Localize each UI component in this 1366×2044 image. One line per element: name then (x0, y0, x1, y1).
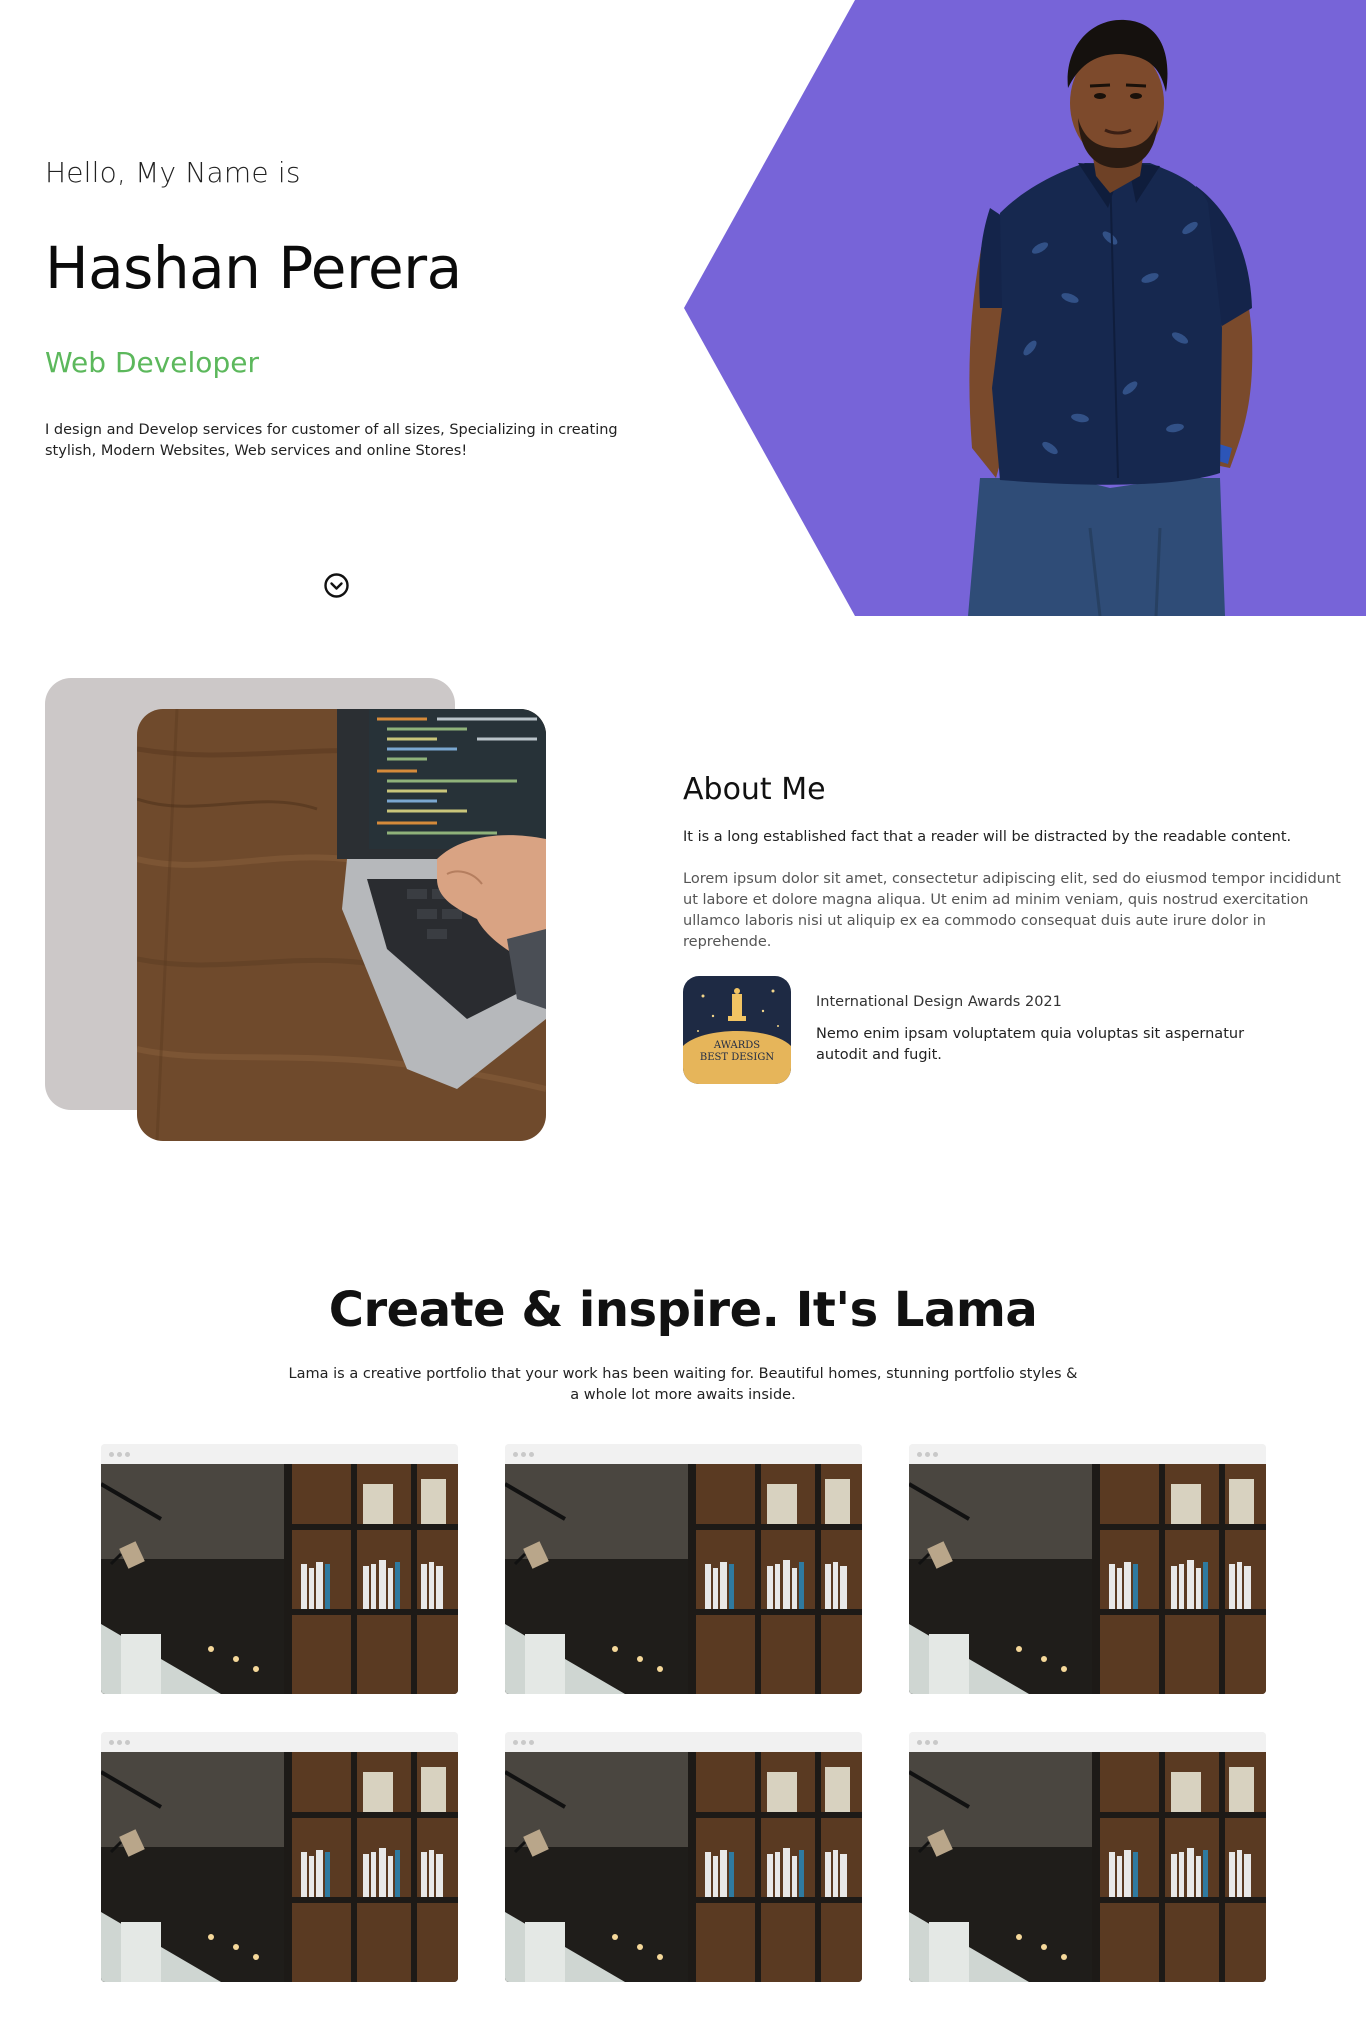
about-section: About Me It is a long established fact t… (0, 616, 1366, 1236)
about-description: Lorem ipsum dolor sit amet, consectetur … (683, 871, 1341, 950)
browser-dot (521, 1740, 526, 1745)
browser-dot (125, 1452, 130, 1457)
browser-dot (917, 1452, 922, 1457)
portfolio-card[interactable] (101, 1732, 458, 1982)
browser-dot (917, 1740, 922, 1745)
browser-dot (925, 1740, 930, 1745)
portfolio-title: Create & inspire. It's Lama (328, 1282, 1038, 1338)
browser-dot (933, 1452, 938, 1457)
browser-dot (109, 1740, 114, 1745)
hero-intro: Hello, My Name is (45, 156, 301, 189)
browser-dot (513, 1452, 518, 1457)
portfolio-card[interactable] (101, 1444, 458, 1694)
hero-name: Hashan Perera (45, 234, 462, 302)
browser-dot (521, 1452, 526, 1457)
portfolio-card[interactable] (909, 1444, 1266, 1694)
browser-dot (125, 1740, 130, 1745)
bookshelf-library-photo (909, 1464, 1266, 1694)
award-badge: AWARDS BEST DESIGN (683, 976, 791, 1084)
browser-bar (101, 1732, 458, 1752)
award-description: Nemo enim ipsam voluptatem quia voluptas… (816, 1026, 1245, 1063)
browser-dot (529, 1740, 534, 1745)
browser-bar (909, 1444, 1266, 1464)
chevron-down-circle-icon[interactable] (323, 572, 350, 599)
award-badge-line1: AWARDS (713, 1040, 760, 1051)
portfolio-section: Create & inspire. It's Lama Lama is a cr… (0, 1236, 1366, 2044)
hero-role: Web Developer (45, 346, 259, 379)
bookshelf-library-photo (909, 1752, 1266, 1982)
portfolio-description: Lama is a creative portfolio that your w… (288, 1366, 1078, 1403)
browser-bar (909, 1732, 1266, 1752)
laptop-illustration (137, 709, 546, 1141)
award-badge-line2: BEST DESIGN (700, 1052, 774, 1063)
about-laptop-photo (137, 709, 546, 1141)
hero-description: I design and Develop services for custom… (45, 422, 618, 459)
browser-dot (925, 1452, 930, 1457)
portfolio-card[interactable] (505, 1444, 862, 1694)
bookshelf-library-photo (101, 1752, 458, 1982)
browser-dot (117, 1452, 122, 1457)
browser-dot (117, 1740, 122, 1745)
browser-bar (505, 1732, 862, 1752)
browser-dot (513, 1740, 518, 1745)
bookshelf-library-photo (101, 1464, 458, 1694)
browser-dot (933, 1740, 938, 1745)
browser-bar (101, 1444, 458, 1464)
browser-dot (529, 1452, 534, 1457)
award-title: International Design Awards 2021 (816, 994, 1062, 1010)
portfolio-card[interactable] (909, 1732, 1266, 1982)
profile-portrait (968, 19, 1253, 616)
trophy-badge-icon: AWARDS BEST DESIGN (683, 976, 791, 1084)
about-title: About Me (683, 772, 826, 807)
browser-bar (505, 1444, 862, 1464)
portfolio-card[interactable] (505, 1732, 862, 1982)
hero-section: Hello, My Name is Hashan Perera Web Deve… (0, 0, 1366, 616)
about-subtitle: It is a long established fact that a rea… (683, 829, 1292, 845)
browser-dot (109, 1452, 114, 1457)
bookshelf-library-photo (505, 1752, 862, 1982)
bookshelf-library-photo (505, 1464, 862, 1694)
